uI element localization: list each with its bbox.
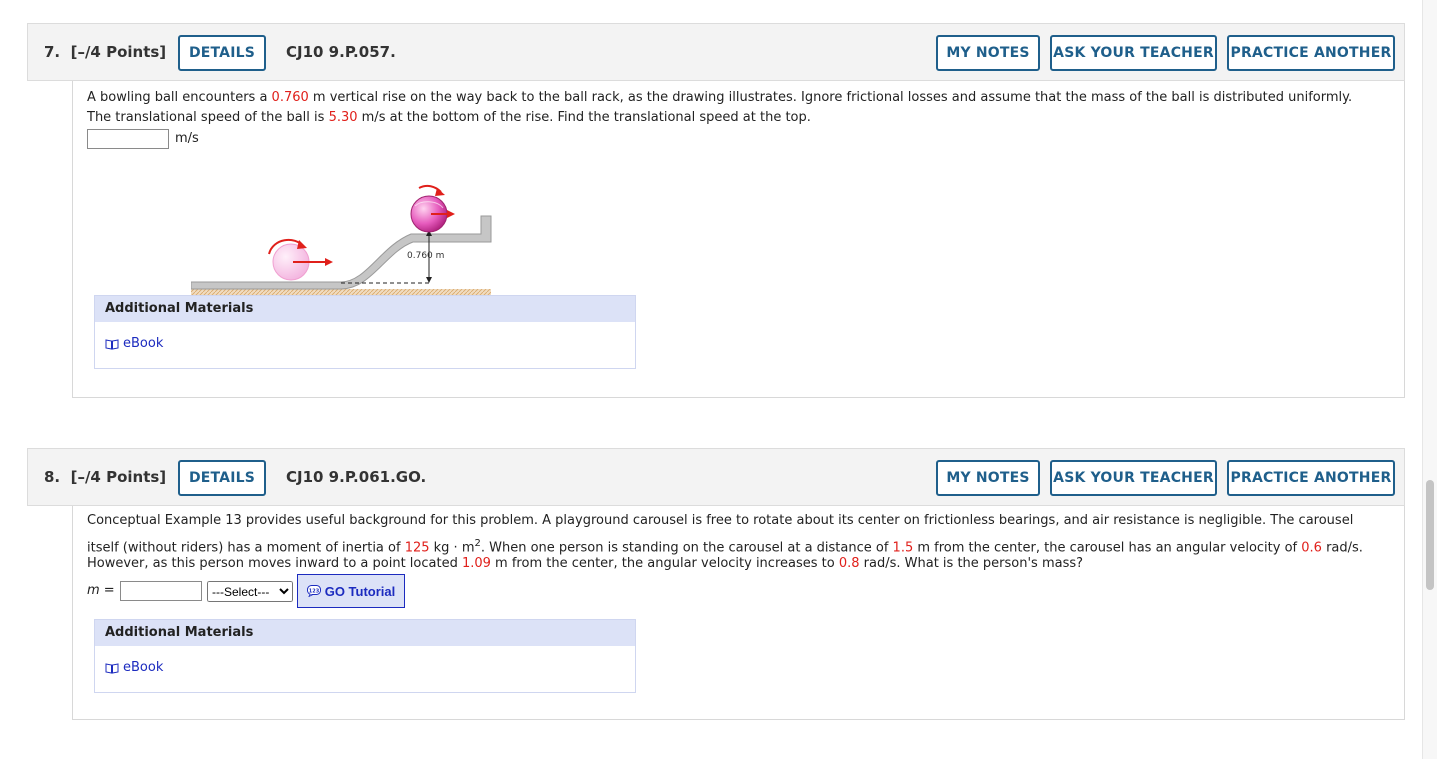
speed-value: 5.30 (328, 110, 358, 125)
question-8-header: 8. [–/4 Points] DETAILS CJ10 9.P.061.GO.… (27, 448, 1405, 506)
question-8-body: Conceptual Example 13 provides useful ba… (72, 506, 1405, 720)
bowling-ball-figure: 0.760 m (191, 184, 492, 297)
mass-answer-input[interactable] (120, 581, 202, 601)
unit-select[interactable]: ---Select--- (207, 581, 293, 602)
practice-another-button[interactable]: PRACTICE ANOTHER (1227, 35, 1395, 71)
practice-another-button[interactable]: PRACTICE ANOTHER (1227, 460, 1395, 496)
additional-materials-heading: Additional Materials (95, 620, 635, 646)
answer-input[interactable] (87, 129, 169, 149)
scrollbar-thumb[interactable] (1426, 480, 1434, 590)
unit-label: m/s (175, 131, 199, 146)
my-notes-button[interactable]: MY NOTES (936, 460, 1040, 496)
problem-text-line-1: Conceptual Example 13 provides useful ba… (87, 513, 1354, 528)
svg-text:123: 123 (309, 589, 320, 595)
question-7: 7. [–/4 Points] DETAILS CJ10 9.P.057. MY… (27, 23, 1405, 398)
mass-variable-label: m = (87, 583, 115, 598)
question-number: 8. [–/4 Points] (44, 468, 167, 486)
tutorial-icon: 123 (306, 585, 321, 597)
ebook-link[interactable]: eBook (105, 336, 163, 351)
rise-value: 0.760 (271, 90, 309, 105)
ask-your-teacher-button[interactable]: ASK YOUR TEACHER (1050, 460, 1217, 496)
question-7-header: 7. [–/4 Points] DETAILS CJ10 9.P.057. MY… (27, 23, 1405, 81)
go-tutorial-button[interactable]: 123 GO Tutorial (297, 574, 405, 608)
problem-text-line-3: However, as this person moves inward to … (87, 556, 1084, 571)
problem-text-line-1: A bowling ball encounters a 0.760 m vert… (87, 90, 1353, 105)
details-button[interactable]: DETAILS (178, 35, 266, 71)
question-code: CJ10 9.P.061.GO. (286, 468, 427, 486)
my-notes-button[interactable]: MY NOTES (936, 35, 1040, 71)
height-label: 0.760 m (407, 251, 444, 261)
question-8: 8. [–/4 Points] DETAILS CJ10 9.P.061.GO.… (27, 448, 1405, 723)
book-icon (105, 662, 119, 674)
additional-materials-panel: Additional Materials eBook (94, 619, 636, 693)
vertical-scrollbar[interactable] (1422, 0, 1437, 759)
ebook-link[interactable]: eBook (105, 660, 163, 675)
problem-text-line-2: The translational speed of the ball is 5… (87, 110, 811, 125)
question-7-body: A bowling ball encounters a 0.760 m vert… (72, 81, 1405, 398)
question-number: 7. [–/4 Points] (44, 43, 167, 61)
book-icon (105, 338, 119, 350)
additional-materials-panel: Additional Materials eBook (94, 295, 636, 369)
ask-your-teacher-button[interactable]: ASK YOUR TEACHER (1050, 35, 1217, 71)
question-code: CJ10 9.P.057. (286, 43, 396, 61)
ramp-track (191, 215, 492, 290)
additional-materials-heading: Additional Materials (95, 296, 635, 322)
details-button[interactable]: DETAILS (178, 460, 266, 496)
